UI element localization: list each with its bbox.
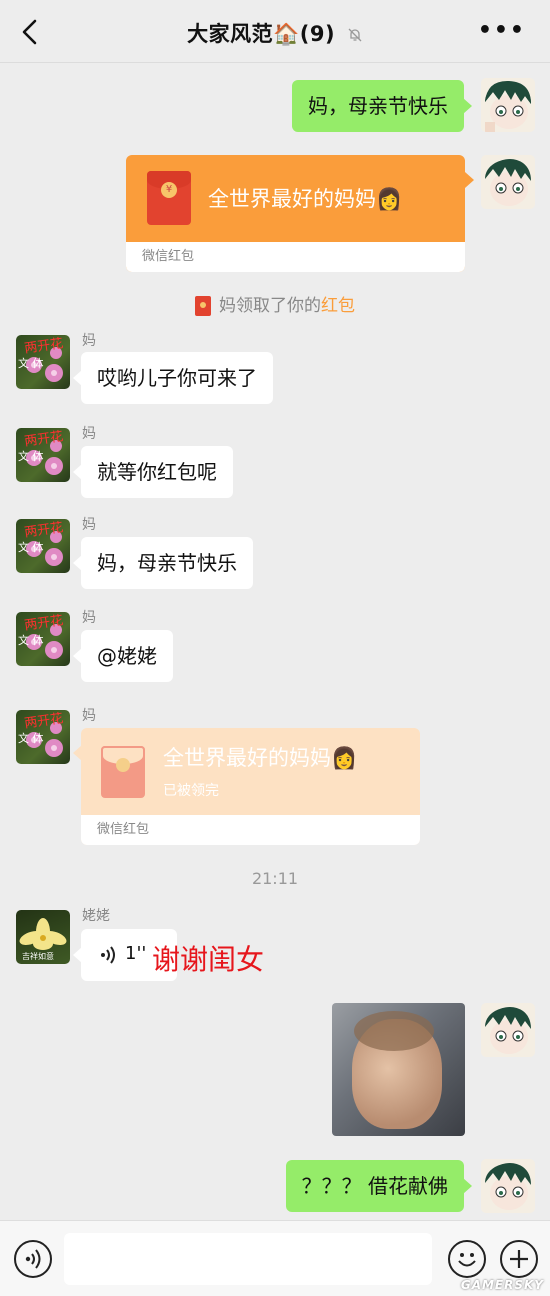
message-bubble-other[interactable]: 就等你红包呢 [73, 446, 233, 498]
smiley-icon [458, 1253, 476, 1267]
red-packet-opened-icon [101, 746, 145, 798]
mute-bell-icon [348, 28, 362, 42]
message-bubble-other[interactable]: 妈，母亲节快乐 [73, 537, 253, 589]
timestamp: 21:11 [251, 869, 299, 888]
voice-input-button[interactable] [14, 1240, 52, 1278]
system-message-link[interactable]: 红包 [321, 296, 355, 316]
message-text: @姥姥 [97, 644, 157, 668]
red-packet-small-icon [195, 296, 211, 316]
input-bar: GAMERSKY [0, 1220, 550, 1296]
mom-avatar[interactable]: 两开花 文 体 [16, 428, 70, 482]
red-packet-footer: 微信红包 [126, 242, 465, 272]
message-bubble-other[interactable]: @姥姥 [73, 630, 173, 682]
more-options-icon[interactable]: ••• [478, 20, 526, 42]
sender-name: 妈 [82, 426, 96, 442]
image-message[interactable] [332, 1003, 465, 1136]
avatar-subtext: 文 体 [18, 634, 44, 647]
self-avatar[interactable] [481, 78, 535, 132]
plus-icon [510, 1250, 528, 1268]
emoji-button[interactable] [448, 1240, 486, 1278]
message-bubble-self[interactable]: 妈，母亲节快乐 [292, 80, 472, 132]
message-input[interactable] [64, 1233, 432, 1285]
message-text: 妈，母亲节快乐 [97, 551, 237, 575]
chat-header: 大家风范🏠(9) ••• [0, 0, 550, 63]
voice-icon [25, 1249, 41, 1269]
message-text: 就等你红包呢 [97, 460, 217, 484]
system-message-text: 妈领取了你的 [219, 296, 321, 316]
red-packet-title: 全世界最好的妈妈👩 [163, 746, 358, 770]
chat-title: 大家风范🏠(9) [0, 18, 550, 48]
red-packet-envelope-icon: ¥ [147, 171, 191, 225]
voice-caption-overlay: 谢谢闺女 [152, 943, 265, 976]
self-avatar[interactable] [481, 155, 535, 209]
system-message: 妈领取了你的红包 [0, 291, 550, 316]
avatar-subtext: 文 体 [18, 732, 44, 745]
mom-avatar[interactable]: 两开花 文 体 [16, 710, 70, 764]
avatar-subtext: 文 体 [18, 357, 44, 370]
message-text: 哎哟儿子你可来了 [97, 366, 257, 390]
message-bubble-self[interactable]: ？？？ 借花献佛 [285, 1160, 473, 1212]
red-packet-status: 已被领完 [163, 783, 219, 799]
mom-avatar[interactable]: 两开花 文 体 [16, 519, 70, 573]
self-avatar[interactable] [481, 1003, 535, 1057]
sender-name: 姥姥 [82, 908, 110, 924]
sender-name: 妈 [82, 333, 96, 349]
bubble-tail [465, 172, 474, 188]
more-actions-button[interactable] [500, 1240, 538, 1278]
watermark: GAMERSKY [460, 1278, 544, 1292]
red-packet-card-opened[interactable]: 全世界最好的妈妈👩 已被领完 微信红包 [81, 728, 420, 845]
voice-duration: 1'' [125, 943, 147, 964]
red-packet-footer: 微信红包 [81, 815, 420, 845]
voice-wave-icon [101, 946, 115, 964]
message-text: ？？？ 借花献佛 [301, 1174, 448, 1198]
sender-name: 妈 [82, 517, 96, 533]
grandma-avatar[interactable]: 吉祥如意 [16, 910, 70, 964]
self-avatar[interactable] [481, 1159, 535, 1213]
mom-avatar[interactable]: 两开花 文 体 [16, 612, 70, 666]
avatar-subtext: 文 体 [18, 541, 44, 554]
avatar-text: 吉祥如意 [22, 952, 54, 961]
mom-avatar[interactable]: 两开花 文 体 [16, 335, 70, 389]
avatar-subtext: 文 体 [18, 450, 44, 463]
red-packet-title: 全世界最好的妈妈👩 [208, 187, 403, 211]
message-text: 妈，母亲节快乐 [308, 94, 448, 118]
red-packet-card[interactable]: ¥ 全世界最好的妈妈👩 微信红包 [126, 155, 465, 272]
message-bubble-other[interactable]: 哎哟儿子你可来了 [73, 352, 273, 404]
sender-name: 妈 [82, 610, 96, 626]
sender-name: 妈 [82, 708, 96, 724]
chat-title-text: 大家风范🏠(9) [187, 22, 336, 46]
